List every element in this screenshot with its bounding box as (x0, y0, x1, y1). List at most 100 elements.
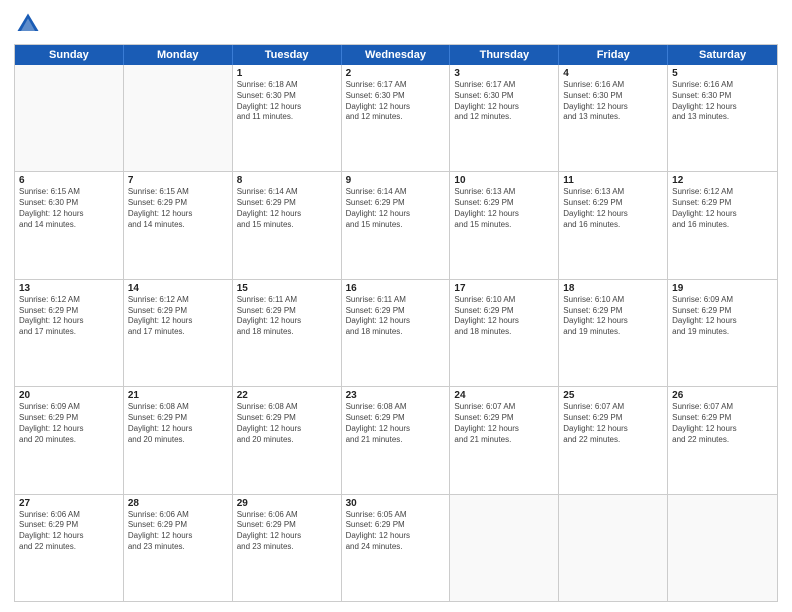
day-cell-13: 13Sunrise: 6:12 AM Sunset: 6:29 PM Dayli… (15, 280, 124, 386)
day-cell-29: 29Sunrise: 6:06 AM Sunset: 6:29 PM Dayli… (233, 495, 342, 601)
day-cell-15: 15Sunrise: 6:11 AM Sunset: 6:29 PM Dayli… (233, 280, 342, 386)
day-number: 8 (237, 175, 337, 186)
day-info: Sunrise: 6:07 AM Sunset: 6:29 PM Dayligh… (672, 402, 773, 445)
day-info: Sunrise: 6:17 AM Sunset: 6:30 PM Dayligh… (454, 80, 554, 123)
day-number: 4 (563, 68, 663, 79)
day-cell-20: 20Sunrise: 6:09 AM Sunset: 6:29 PM Dayli… (15, 387, 124, 493)
day-number: 24 (454, 390, 554, 401)
day-number: 9 (346, 175, 446, 186)
day-info: Sunrise: 6:06 AM Sunset: 6:29 PM Dayligh… (19, 510, 119, 553)
day-info: Sunrise: 6:14 AM Sunset: 6:29 PM Dayligh… (346, 187, 446, 230)
day-number: 16 (346, 283, 446, 294)
day-number: 7 (128, 175, 228, 186)
calendar-row-4: 20Sunrise: 6:09 AM Sunset: 6:29 PM Dayli… (15, 387, 777, 494)
day-number: 18 (563, 283, 663, 294)
day-info: Sunrise: 6:08 AM Sunset: 6:29 PM Dayligh… (128, 402, 228, 445)
day-cell-17: 17Sunrise: 6:10 AM Sunset: 6:29 PM Dayli… (450, 280, 559, 386)
calendar: SundayMondayTuesdayWednesdayThursdayFrid… (14, 44, 778, 602)
day-info: Sunrise: 6:06 AM Sunset: 6:29 PM Dayligh… (237, 510, 337, 553)
day-number: 13 (19, 283, 119, 294)
day-info: Sunrise: 6:09 AM Sunset: 6:29 PM Dayligh… (19, 402, 119, 445)
day-info: Sunrise: 6:07 AM Sunset: 6:29 PM Dayligh… (454, 402, 554, 445)
day-info: Sunrise: 6:10 AM Sunset: 6:29 PM Dayligh… (454, 295, 554, 338)
day-cell-10: 10Sunrise: 6:13 AM Sunset: 6:29 PM Dayli… (450, 172, 559, 278)
empty-cell (124, 65, 233, 171)
day-info: Sunrise: 6:09 AM Sunset: 6:29 PM Dayligh… (672, 295, 773, 338)
day-info: Sunrise: 6:15 AM Sunset: 6:29 PM Dayligh… (128, 187, 228, 230)
day-info: Sunrise: 6:10 AM Sunset: 6:29 PM Dayligh… (563, 295, 663, 338)
weekday-header-sunday: Sunday (15, 45, 124, 65)
day-cell-4: 4Sunrise: 6:16 AM Sunset: 6:30 PM Daylig… (559, 65, 668, 171)
empty-cell (559, 495, 668, 601)
day-cell-25: 25Sunrise: 6:07 AM Sunset: 6:29 PM Dayli… (559, 387, 668, 493)
calendar-row-3: 13 Sunrise: 6:12 AM Sunset: 6:29 PM Dayli… (15, 280, 777, 387)
day-info: Sunrise: 6:13 AM Sunset: 6:29 PM Dayligh… (454, 187, 554, 230)
day-number: 21 (128, 390, 228, 401)
day-number: 10 (454, 175, 554, 186)
day-info: Sunrise: 6:17 AM Sunset: 6:30 PM Dayligh… (346, 80, 446, 123)
logo (14, 10, 46, 38)
day-cell-3: 3Sunrise: 6:17 AM Sunset: 6:30 PM Daylig… (450, 65, 559, 171)
day-info: Sunrise: 6:05 AM Sunset: 6:29 PM Dayligh… (346, 510, 446, 553)
calendar-row-1: 1Sunrise: 6:18 AM Sunset: 6:30 PM Daylig… (15, 65, 777, 172)
day-info: Sunrise: 6:16 AM Sunset: 6:30 PM Dayligh… (563, 80, 663, 123)
weekday-header-wednesday: Wednesday (342, 45, 451, 65)
day-cell-9: 9Sunrise: 6:14 AM Sunset: 6:29 PM Daylig… (342, 172, 451, 278)
day-number: 22 (237, 390, 337, 401)
day-number: 20 (19, 390, 119, 401)
day-number: 3 (454, 68, 554, 79)
calendar-body: 1Sunrise: 6:18 AM Sunset: 6:30 PM Daylig… (15, 65, 777, 601)
weekday-header-tuesday: Tuesday (233, 45, 342, 65)
weekday-header-saturday: Saturday (668, 45, 777, 65)
day-info: Sunrise: 6:12 AM Sunset: 6:29 PM Dayligh… (672, 187, 773, 230)
day-info: Sunrise: 6:18 AM Sunset: 6:30 PM Dayligh… (237, 80, 337, 123)
day-cell-19: 19Sunrise: 6:09 AM Sunset: 6:29 PM Dayli… (668, 280, 777, 386)
day-number: 2 (346, 68, 446, 79)
day-cell-12: 12Sunrise: 6:12 AM Sunset: 6:29 PM Dayli… (668, 172, 777, 278)
day-number: 6 (19, 175, 119, 186)
empty-cell (668, 495, 777, 601)
day-info: Sunrise: 6:14 AM Sunset: 6:29 PM Dayligh… (237, 187, 337, 230)
day-cell-5: 5Sunrise: 6:16 AM Sunset: 6:30 PM Daylig… (668, 65, 777, 171)
day-cell-8: 8Sunrise: 6:14 AM Sunset: 6:29 PM Daylig… (233, 172, 342, 278)
day-cell-24: 24Sunrise: 6:07 AM Sunset: 6:29 PM Dayli… (450, 387, 559, 493)
day-cell-1: 1Sunrise: 6:18 AM Sunset: 6:30 PM Daylig… (233, 65, 342, 171)
day-cell-2: 2Sunrise: 6:17 AM Sunset: 6:30 PM Daylig… (342, 65, 451, 171)
day-cell-28: 28Sunrise: 6:06 AM Sunset: 6:29 PM Dayli… (124, 495, 233, 601)
day-number: 28 (128, 498, 228, 509)
day-cell-22: 22Sunrise: 6:08 AM Sunset: 6:29 PM Dayli… (233, 387, 342, 493)
day-number: 5 (672, 68, 773, 79)
day-info: Sunrise: 6:08 AM Sunset: 6:29 PM Dayligh… (237, 402, 337, 445)
day-cell-21: 21Sunrise: 6:08 AM Sunset: 6:29 PM Dayli… (124, 387, 233, 493)
page: SundayMondayTuesdayWednesdayThursdayFrid… (0, 0, 792, 612)
empty-cell (450, 495, 559, 601)
day-info: Sunrise: 6:15 AM Sunset: 6:30 PM Dayligh… (19, 187, 119, 230)
day-cell-14: 14Sunrise: 6:12 AM Sunset: 6:29 PM Dayli… (124, 280, 233, 386)
day-cell-26: 26Sunrise: 6:07 AM Sunset: 6:29 PM Dayli… (668, 387, 777, 493)
day-cell-6: 6Sunrise: 6:15 AM Sunset: 6:30 PM Daylig… (15, 172, 124, 278)
day-number: 29 (237, 498, 337, 509)
day-number: 14 (128, 283, 228, 294)
day-info: Sunrise: 6:11 AM Sunset: 6:29 PM Dayligh… (237, 295, 337, 338)
calendar-row-5: 27Sunrise: 6:06 AM Sunset: 6:29 PM Dayli… (15, 495, 777, 601)
weekday-header-monday: Monday (124, 45, 233, 65)
day-number: 27 (19, 498, 119, 509)
day-info: Sunrise: 6:12 AM Sunset: 6:29 PM Dayligh… (128, 295, 228, 338)
day-number: 11 (563, 175, 663, 186)
day-cell-11: 11Sunrise: 6:13 AM Sunset: 6:29 PM Dayli… (559, 172, 668, 278)
day-number: 25 (563, 390, 663, 401)
day-number: 17 (454, 283, 554, 294)
calendar-row-2: 6Sunrise: 6:15 AM Sunset: 6:30 PM Daylig… (15, 172, 777, 279)
day-cell-27: 27Sunrise: 6:06 AM Sunset: 6:29 PM Dayli… (15, 495, 124, 601)
calendar-header: SundayMondayTuesdayWednesdayThursdayFrid… (15, 45, 777, 65)
day-info: Sunrise: 6:11 AM Sunset: 6:29 PM Dayligh… (346, 295, 446, 338)
day-cell-7: 7Sunrise: 6:15 AM Sunset: 6:29 PM Daylig… (124, 172, 233, 278)
weekday-header-thursday: Thursday (450, 45, 559, 65)
day-number: 19 (672, 283, 773, 294)
day-info: Sunrise: 6:08 AM Sunset: 6:29 PM Dayligh… (346, 402, 446, 445)
day-cell-30: 30Sunrise: 6:05 AM Sunset: 6:29 PM Dayli… (342, 495, 451, 601)
day-info: Sunrise: 6:06 AM Sunset: 6:29 PM Dayligh… (128, 510, 228, 553)
weekday-header-friday: Friday (559, 45, 668, 65)
day-cell-16: 16Sunrise: 6:11 AM Sunset: 6:29 PM Dayli… (342, 280, 451, 386)
day-number: 15 (237, 283, 337, 294)
